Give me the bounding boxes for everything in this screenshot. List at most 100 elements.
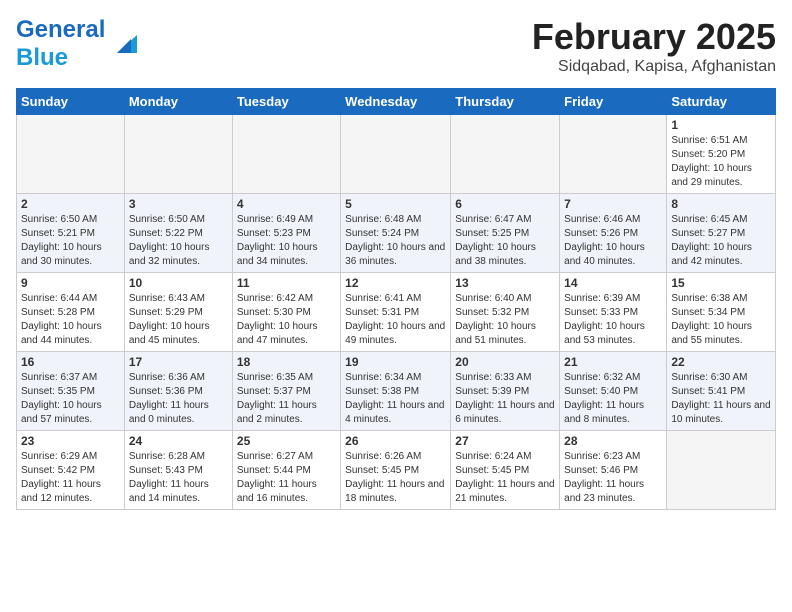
calendar-cell: 18 Sunrise: 6:35 AM Sunset: 5:37 PM Dayli… (232, 352, 340, 431)
day-number: 28 (564, 434, 662, 448)
calendar-cell: 14 Sunrise: 6:39 AM Sunset: 5:33 PM Dayli… (560, 273, 667, 352)
day-info: Sunrise: 6:42 AM Sunset: 5:30 PM Dayligh… (237, 292, 336, 348)
day-number: 8 (671, 197, 771, 211)
day-info: Sunrise: 6:36 AM Sunset: 5:36 PM Dayligh… (129, 371, 228, 427)
day-info: Sunrise: 6:37 AM Sunset: 5:35 PM Dayligh… (21, 371, 120, 427)
calendar-cell (124, 115, 232, 194)
calendar-week-row: 2Sunrise: 6:50 AM Sunset: 5:21 PM Daylig… (17, 194, 776, 273)
day-info: Sunrise: 6:28 AM Sunset: 5:43 PM Dayligh… (129, 450, 228, 506)
calendar-cell: 11 Sunrise: 6:42 AM Sunset: 5:30 PM Dayli… (232, 273, 340, 352)
calendar-cell: 26 Sunrise: 6:26 AM Sunset: 5:45 PM Dayli… (341, 431, 451, 510)
calendar-week-row: 1Sunrise: 6:51 AM Sunset: 5:20 PM Daylig… (17, 115, 776, 194)
day-number: 12 (345, 276, 446, 290)
calendar-cell (667, 431, 776, 510)
calendar-cell (232, 115, 340, 194)
calendar-cell: 15 Sunrise: 6:38 AM Sunset: 5:34 PM Dayli… (667, 273, 776, 352)
day-number: 18 (237, 355, 336, 369)
column-header-saturday: Saturday (667, 89, 776, 115)
day-number: 25 (237, 434, 336, 448)
calendar-cell: 12 Sunrise: 6:41 AM Sunset: 5:31 PM Dayli… (341, 273, 451, 352)
day-number: 24 (129, 434, 228, 448)
column-header-thursday: Thursday (451, 89, 560, 115)
calendar-cell: 17 Sunrise: 6:36 AM Sunset: 5:36 PM Dayli… (124, 352, 232, 431)
day-info: Sunrise: 6:49 AM Sunset: 5:23 PM Dayligh… (237, 213, 336, 269)
day-number: 17 (129, 355, 228, 369)
column-header-friday: Friday (560, 89, 667, 115)
calendar-header-row: SundayMondayTuesdayWednesdayThursdayFrid… (17, 89, 776, 115)
day-number: 14 (564, 276, 662, 290)
day-number: 20 (455, 355, 555, 369)
day-number: 13 (455, 276, 555, 290)
day-number: 10 (129, 276, 228, 290)
day-info: Sunrise: 6:50 AM Sunset: 5:22 PM Dayligh… (129, 213, 228, 269)
calendar-week-row: 23 Sunrise: 6:29 AM Sunset: 5:42 PM Dayli… (17, 431, 776, 510)
calendar-cell: 6 Sunrise: 6:47 AM Sunset: 5:25 PM Daylig… (451, 194, 560, 273)
logo-text: GeneralBlue (16, 16, 105, 72)
calendar-cell: 4 Sunrise: 6:49 AM Sunset: 5:23 PM Daylig… (232, 194, 340, 273)
calendar-cell: 8 Sunrise: 6:45 AM Sunset: 5:27 PM Daylig… (667, 194, 776, 273)
day-info: Sunrise: 6:24 AM Sunset: 5:45 PM Dayligh… (455, 450, 555, 506)
calendar-cell: 20 Sunrise: 6:33 AM Sunset: 5:39 PM Dayli… (451, 352, 560, 431)
day-info: Sunrise: 6:40 AM Sunset: 5:32 PM Dayligh… (455, 292, 555, 348)
calendar-cell (451, 115, 560, 194)
title-block: February 2025 Sidqabad, Kapisa, Afghanis… (532, 16, 776, 76)
calendar-cell: 28Sunrise: 6:23 AM Sunset: 5:46 PM Dayli… (560, 431, 667, 510)
calendar-cell: 23 Sunrise: 6:29 AM Sunset: 5:42 PM Dayli… (17, 431, 125, 510)
calendar-cell: 19 Sunrise: 6:34 AM Sunset: 5:38 PM Dayli… (341, 352, 451, 431)
day-number: 26 (345, 434, 446, 448)
day-number: 11 (237, 276, 336, 290)
day-info: Sunrise: 6:35 AM Sunset: 5:37 PM Dayligh… (237, 371, 336, 427)
calendar-week-row: 16Sunrise: 6:37 AM Sunset: 5:35 PM Dayli… (17, 352, 776, 431)
day-info: Sunrise: 6:41 AM Sunset: 5:31 PM Dayligh… (345, 292, 446, 348)
day-info: Sunrise: 6:51 AM Sunset: 5:20 PM Dayligh… (671, 134, 771, 190)
day-info: Sunrise: 6:27 AM Sunset: 5:44 PM Dayligh… (237, 450, 336, 506)
calendar-week-row: 9Sunrise: 6:44 AM Sunset: 5:28 PM Daylig… (17, 273, 776, 352)
column-header-monday: Monday (124, 89, 232, 115)
logo: GeneralBlue (16, 16, 139, 72)
day-number: 27 (455, 434, 555, 448)
day-info: Sunrise: 6:26 AM Sunset: 5:45 PM Dayligh… (345, 450, 446, 506)
calendar-cell (17, 115, 125, 194)
calendar-cell: 9Sunrise: 6:44 AM Sunset: 5:28 PM Daylig… (17, 273, 125, 352)
day-info: Sunrise: 6:47 AM Sunset: 5:25 PM Dayligh… (455, 213, 555, 269)
day-number: 21 (564, 355, 662, 369)
day-number: 23 (21, 434, 120, 448)
calendar-cell: 22 Sunrise: 6:30 AM Sunset: 5:41 PM Dayli… (667, 352, 776, 431)
column-header-sunday: Sunday (17, 89, 125, 115)
day-number: 6 (455, 197, 555, 211)
day-info: Sunrise: 6:30 AM Sunset: 5:41 PM Dayligh… (671, 371, 771, 427)
day-info: Sunrise: 6:38 AM Sunset: 5:34 PM Dayligh… (671, 292, 771, 348)
day-number: 7 (564, 197, 662, 211)
page-header: GeneralBlue February 2025 Sidqabad, Kapi… (16, 16, 776, 76)
calendar-cell: 2Sunrise: 6:50 AM Sunset: 5:21 PM Daylig… (17, 194, 125, 273)
day-info: Sunrise: 6:29 AM Sunset: 5:42 PM Dayligh… (21, 450, 120, 506)
page-title: February 2025 (532, 16, 776, 58)
day-info: Sunrise: 6:45 AM Sunset: 5:27 PM Dayligh… (671, 213, 771, 269)
logo-icon (109, 25, 139, 55)
day-number: 9 (21, 276, 120, 290)
day-info: Sunrise: 6:46 AM Sunset: 5:26 PM Dayligh… (564, 213, 662, 269)
day-info: Sunrise: 6:33 AM Sunset: 5:39 PM Dayligh… (455, 371, 555, 427)
calendar-cell: 5Sunrise: 6:48 AM Sunset: 5:24 PM Daylig… (341, 194, 451, 273)
calendar-cell: 3Sunrise: 6:50 AM Sunset: 5:22 PM Daylig… (124, 194, 232, 273)
calendar-cell: 10Sunrise: 6:43 AM Sunset: 5:29 PM Dayli… (124, 273, 232, 352)
day-info: Sunrise: 6:50 AM Sunset: 5:21 PM Dayligh… (21, 213, 120, 269)
calendar-cell (560, 115, 667, 194)
calendar-cell: 25 Sunrise: 6:27 AM Sunset: 5:44 PM Dayli… (232, 431, 340, 510)
calendar-cell: 24 Sunrise: 6:28 AM Sunset: 5:43 PM Dayli… (124, 431, 232, 510)
day-number: 15 (671, 276, 771, 290)
calendar-table: SundayMondayTuesdayWednesdayThursdayFrid… (16, 88, 776, 510)
day-number: 19 (345, 355, 446, 369)
calendar-cell (341, 115, 451, 194)
day-number: 22 (671, 355, 771, 369)
calendar-cell: 7 Sunrise: 6:46 AM Sunset: 5:26 PM Daylig… (560, 194, 667, 273)
calendar-cell: 21Sunrise: 6:32 AM Sunset: 5:40 PM Dayli… (560, 352, 667, 431)
column-header-wednesday: Wednesday (341, 89, 451, 115)
calendar-cell: 16Sunrise: 6:37 AM Sunset: 5:35 PM Dayli… (17, 352, 125, 431)
calendar-cell: 27 Sunrise: 6:24 AM Sunset: 5:45 PM Dayli… (451, 431, 560, 510)
day-number: 4 (237, 197, 336, 211)
calendar-cell: 13 Sunrise: 6:40 AM Sunset: 5:32 PM Dayli… (451, 273, 560, 352)
day-info: Sunrise: 6:39 AM Sunset: 5:33 PM Dayligh… (564, 292, 662, 348)
page-subtitle: Sidqabad, Kapisa, Afghanistan (532, 58, 776, 76)
day-info: Sunrise: 6:34 AM Sunset: 5:38 PM Dayligh… (345, 371, 446, 427)
